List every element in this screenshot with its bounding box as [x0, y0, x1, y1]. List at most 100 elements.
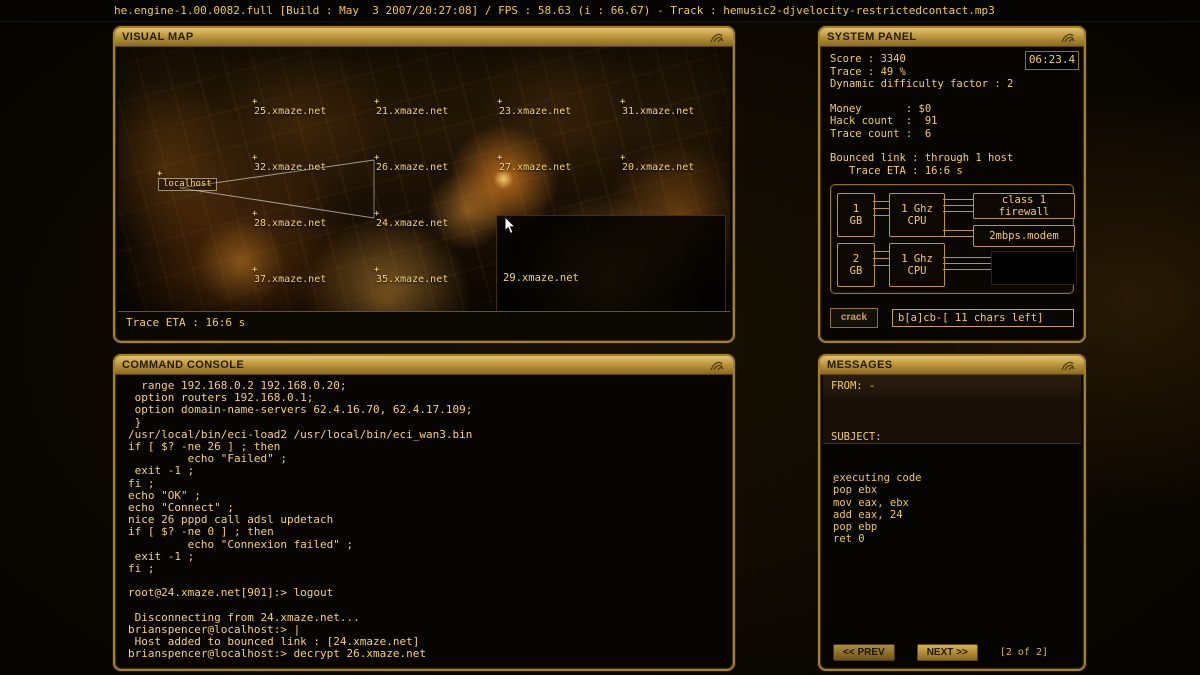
map-node[interactable]: +31.xmaze.net [622, 107, 694, 117]
map-node-label: 27.xmaze.net [499, 162, 571, 173]
visual-map-title: VISUAL MAP [122, 31, 194, 43]
node-cross-icon: + [620, 153, 625, 163]
messages-body: FROM: - SUBJECT: - executing codepop ebx… [823, 375, 1081, 666]
next-message-button[interactable]: NEXT >> [917, 644, 978, 661]
system-panel-body: 06:23.4 Score : 3340Trace : 49 %Dynamic … [823, 47, 1081, 338]
map-node-label: 28.xmaze.net [254, 218, 326, 229]
node-cross-icon: + [252, 209, 257, 219]
map-node-label: 31.xmaze.net [622, 106, 694, 117]
map-node[interactable]: +24.xmaze.net [376, 219, 448, 229]
map-node[interactable]: +28.xmaze.net [254, 219, 326, 229]
bus-line [873, 215, 889, 216]
map-node[interactable]: +26.xmaze.net [376, 163, 448, 173]
map-node-label: 37.xmaze.net [254, 274, 326, 285]
node-cross-icon: + [374, 209, 379, 219]
panel-ornament-icon [710, 31, 726, 43]
messages-title: MESSAGES [827, 359, 893, 371]
node-cross-icon: + [497, 97, 502, 107]
node-cross-icon: + [374, 265, 379, 275]
bus-line [873, 208, 889, 209]
cpu-module-1: 1 Ghz CPU [889, 193, 945, 237]
bus-line [943, 211, 973, 212]
node-cross-icon: + [252, 97, 257, 107]
map-node[interactable]: +27.xmaze.net [499, 163, 571, 173]
map-node[interactable]: +21.xmaze.net [376, 107, 448, 117]
map-node[interactable]: +20.xmaze.net [622, 163, 694, 173]
prev-message-button[interactable]: << PREV [833, 644, 895, 661]
stat-line: Money : $0 [830, 103, 1074, 116]
node-cross-icon: + [374, 97, 379, 107]
message-line: executing code [833, 472, 1071, 484]
bus-line [943, 269, 991, 270]
node-cross-icon: + [252, 153, 257, 163]
console-line: fi ; [128, 563, 720, 575]
command-console-panel: COMMAND CONSOLE range 192.168.0.2 192.16… [113, 354, 735, 671]
system-panel-title: SYSTEM PANEL [827, 31, 917, 43]
messages-panel: MESSAGES FROM: - SUBJECT: - executing co… [818, 354, 1086, 671]
message-line: ret 0 [833, 533, 1071, 545]
bus-line [943, 205, 973, 206]
map-node-label: 24.xmaze.net [376, 218, 448, 229]
messages-titlebar: MESSAGES [820, 356, 1084, 375]
console-line: exit -1 ; [128, 551, 720, 563]
bus-line [943, 263, 991, 264]
bus-line [943, 236, 973, 237]
message-line: mov eax, ebx [833, 497, 1071, 509]
panel-ornament-icon [1061, 31, 1077, 43]
map-node[interactable]: +35.xmaze.net [376, 275, 448, 285]
bus-line [873, 258, 889, 259]
console-line: echo "Failed" ; [128, 453, 720, 465]
visual-map-panel: VISUAL MAP +25.xmaze.net +21.xmaze.net [113, 26, 735, 343]
console-line: option domain-name-servers 62.4.16.70, 6… [128, 404, 720, 416]
stat-line: Hack count : 91 [830, 115, 1074, 128]
map-node[interactable]: +32.xmaze.net [254, 163, 326, 173]
ram-module-1: 1 GB [837, 193, 875, 237]
message-subject-label: SUBJECT: [831, 430, 1073, 445]
map-node-label: 26.xmaze.net [376, 162, 448, 173]
ram-module-2: 2 GB [837, 243, 875, 287]
hardware-diagram: 1 GB 1 Ghz CPU class 1 firewall 2mbps.mo… [830, 184, 1074, 294]
system-panel-titlebar: SYSTEM PANEL [820, 28, 1084, 47]
crack-button[interactable]: crack [830, 308, 878, 328]
stat-line: Trace ETA : 16:6 s [830, 165, 1074, 178]
visual-map-titlebar: VISUAL MAP [115, 28, 733, 47]
localhost-label: localhost [163, 179, 212, 189]
console-line: } [128, 417, 720, 429]
bus-line [873, 201, 889, 202]
message-from: FROM: - [823, 375, 1081, 397]
host-tooltip: 29.xmaze.net ports: 1 (open/hacked: 0) e… [496, 215, 726, 312]
node-cross-icon: + [620, 97, 625, 107]
stat-line: Trace count : 6 [830, 128, 1074, 141]
console-line: exit -1 ; [128, 465, 720, 477]
messages-footer: << PREV NEXT >> [2 of 2] [823, 644, 1081, 661]
map-node-label: 32.xmaze.net [254, 162, 326, 173]
message-line: add eax, 24 [833, 509, 1071, 521]
engine-status-bar: he.engine-1.00.0082.full [Build : May 3 … [0, 0, 1200, 22]
node-cross-icon: + [252, 265, 257, 275]
localhost-node[interactable]: +localhost [158, 178, 217, 191]
console-output[interactable]: range 192.168.0.2 192.168.0.20; option r… [118, 375, 730, 666]
map-node-label: 25.xmaze.net [254, 106, 326, 117]
message-content: executing codepop ebxmov eax, ebxadd eax… [823, 472, 1081, 546]
map-node[interactable]: +25.xmaze.net [254, 107, 326, 117]
bus-line [943, 230, 973, 231]
map-node-label: 23.xmaze.net [499, 106, 571, 117]
crack-row: crack [830, 308, 1074, 328]
console-line: echo "Connexion failed" ; [128, 539, 720, 551]
panel-ornament-icon [1061, 359, 1077, 371]
panel-ornament-icon [710, 359, 726, 371]
message-line: pop ebp [833, 521, 1071, 533]
map-node[interactable]: +37.xmaze.net [254, 275, 326, 285]
console-line [128, 600, 720, 612]
game-screen: he.engine-1.00.0082.full [Build : May 3 … [0, 0, 1200, 675]
map-node[interactable]: +23.xmaze.net [499, 107, 571, 117]
map-view[interactable]: +25.xmaze.net +21.xmaze.net +23.xmaze.ne… [118, 47, 730, 312]
map-node-label: 20.xmaze.net [622, 162, 694, 173]
crack-input[interactable] [892, 309, 1074, 327]
resource-stats: Money : $0Hack count : 91Trace count : 6 [830, 103, 1074, 141]
bus-line [873, 251, 889, 252]
command-console-titlebar: COMMAND CONSOLE [115, 356, 733, 375]
message-subject: SUBJECT: - [823, 397, 1081, 444]
bus-line [873, 265, 889, 266]
message-line: pop ebx [833, 484, 1071, 496]
